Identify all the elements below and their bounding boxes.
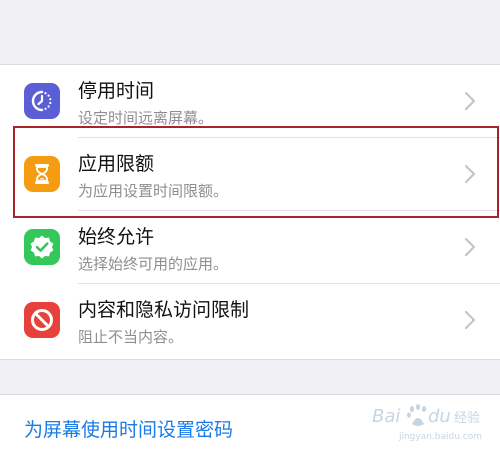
no-entry-icon (24, 302, 60, 338)
baidu-logo: Bai du 经验 (372, 404, 480, 427)
chevron-right-icon (464, 237, 476, 257)
chevron-right-icon (464, 91, 476, 111)
watermark-url: jingyan.baidu.com (398, 432, 482, 442)
svg-text:经验: 经验 (454, 410, 480, 426)
highlight-box (13, 126, 499, 218)
setting-row-content-privacy[interactable]: 内容和隐私访问限制 阻止不当内容。 (0, 284, 500, 357)
baidu-watermark: Bai du 经验 jingyan.baidu.com (372, 400, 482, 444)
chevron-right-icon (464, 310, 476, 330)
setting-title: 内容和隐私访问限制 (78, 299, 250, 321)
downtime-icon (24, 83, 60, 119)
setting-title: 停用时间 (78, 80, 155, 102)
svg-text:Bai: Bai (372, 406, 400, 427)
setting-subtitle: 选择始终可用的应用。 (78, 255, 229, 273)
set-passcode-link[interactable]: 为屏幕使用时间设置密码 (24, 415, 233, 442)
setting-subtitle: 设定时间远离屏幕。 (78, 109, 214, 127)
setting-title: 始终允许 (78, 226, 155, 248)
setting-row-always-allowed[interactable]: 始终允许 选择始终可用的应用。 (0, 211, 500, 284)
svg-text:du: du (428, 406, 451, 427)
setting-subtitle: 阻止不当内容。 (78, 328, 184, 346)
checkmark-badge-icon (24, 229, 60, 265)
